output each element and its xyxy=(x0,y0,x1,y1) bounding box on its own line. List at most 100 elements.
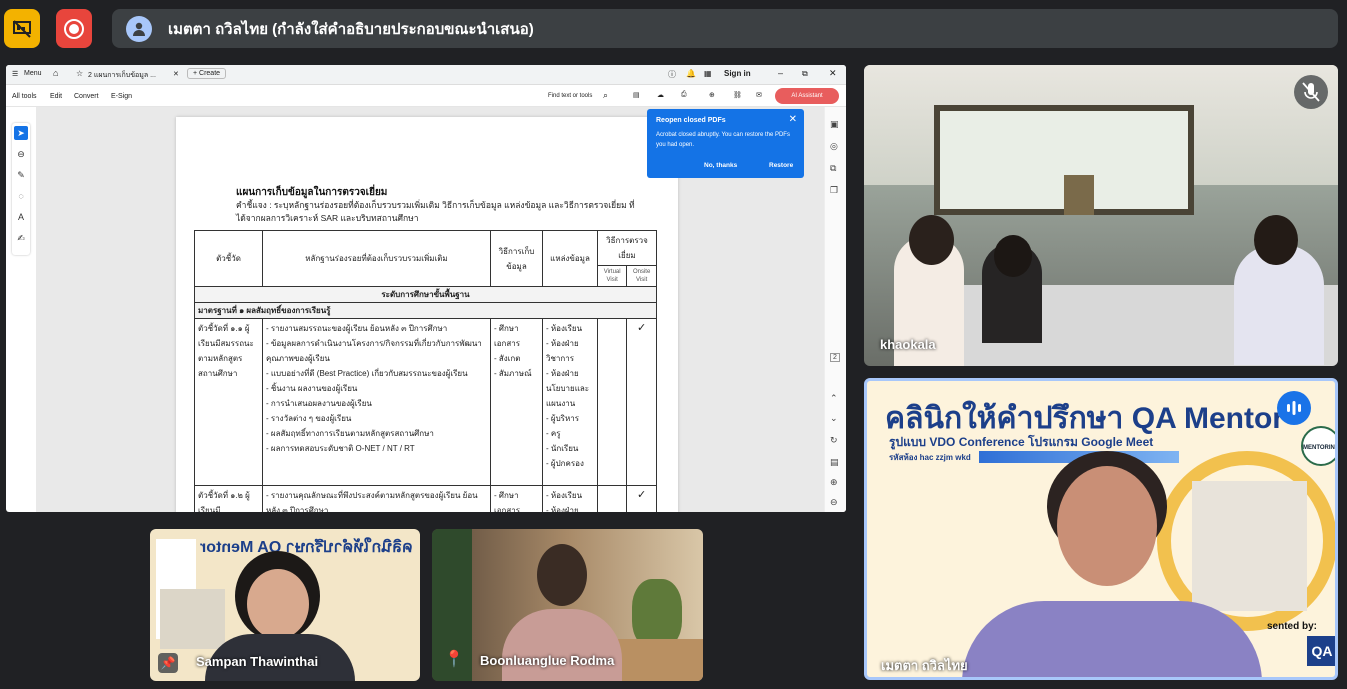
bookmark-icon[interactable]: ⧉ xyxy=(830,163,836,174)
copy-icon[interactable]: ❐ xyxy=(830,185,838,196)
help-icon[interactable]: ⓘ xyxy=(668,69,676,80)
ai-assistant-button[interactable]: AI Assistant xyxy=(775,88,839,104)
table-row: ตัวชี้วัดที่ ๑.๑ ผู้เรียนมีสมรรถนะตามหลั… xyxy=(194,318,657,486)
edit-menu[interactable]: Edit xyxy=(50,93,62,100)
convert-menu[interactable]: Convert xyxy=(74,93,99,100)
participant-tile-khaokala[interactable]: khaokala xyxy=(864,65,1338,366)
row1-onsite-check: ✓ xyxy=(626,318,657,486)
save-icon[interactable]: ▤ xyxy=(633,91,640,99)
pen-tool-icon[interactable]: ✎ xyxy=(14,168,28,182)
pdf-page: แผนการเก็บข้อมูลในการตรวจเยี่ยม คำชี้แจง… xyxy=(176,117,678,512)
row1-virtual xyxy=(596,318,628,486)
method-item: - สัมภาษณ์ xyxy=(494,369,532,378)
find-tools[interactable]: Find text or tools xyxy=(548,93,592,99)
source-item: - ครู xyxy=(546,429,561,438)
ai-panel-icon[interactable]: ◎ xyxy=(830,141,838,152)
header-indicator: ตัวชี้วัด xyxy=(194,230,263,287)
method-item: - ศึกษาเอกสาร xyxy=(494,324,521,348)
participant-tile-boon[interactable]: 📍 Boonluanglue Rodma xyxy=(432,529,703,681)
create-button[interactable]: + Create xyxy=(187,68,227,79)
zoom-out-icon[interactable]: ⊖ xyxy=(830,497,838,508)
header-virtual: Virtual Visit xyxy=(596,265,628,287)
chevron-up-icon[interactable]: ⌃ xyxy=(830,393,838,404)
maximize-icon[interactable]: ⧉ xyxy=(802,69,808,79)
row1-method: - ศึกษาเอกสาร - สังเกต - สัมภาษณ์ xyxy=(490,318,543,486)
source-item: - ห้องฝ่ายวิชาการ xyxy=(546,339,579,363)
document-tab[interactable]: 2 แผนการเก็บข้อมูล ... xyxy=(88,70,170,81)
mail-icon[interactable]: ✉ xyxy=(756,91,762,99)
sign-tool-icon[interactable]: ✍ xyxy=(14,231,28,245)
no-thanks-button[interactable]: No, thanks xyxy=(704,162,737,169)
participant-tile-sampan[interactable]: คลินิกให้คำปรึกษา QA Mentor 📌 Sampan Tha… xyxy=(150,529,420,681)
evidence-item: - ผลการทดสอบระดับชาติ O-NET / NT / RT xyxy=(266,444,415,453)
esign-menu[interactable]: E-Sign xyxy=(111,93,132,100)
restore-button[interactable]: Restore xyxy=(769,162,793,169)
search-icon[interactable]: ⌕ xyxy=(603,90,608,101)
link-icon[interactable]: ⛓ xyxy=(733,91,742,99)
hide-presentation-button[interactable] xyxy=(4,9,40,48)
mic-off-glyph xyxy=(1302,82,1320,102)
source-item: - ผู้บริหาร xyxy=(546,414,580,423)
level-row: ระดับการศึกษาขั้นพื้นฐาน xyxy=(194,286,657,303)
participant-name: khaokala xyxy=(880,337,936,352)
participant-tile-metta[interactable]: คลินิกให้คำปรึกษา QA Mentor รูปแบบ VDO C… xyxy=(864,378,1338,680)
zoom-in-icon[interactable]: ⊕ xyxy=(830,477,838,488)
evidence-item: - รางวัลต่าง ๆ ของผู้เรียน xyxy=(266,414,352,423)
evidence-item: - ผลสัมฤทธิ์ทางการเรียนตามหลักสูตรสถานศึ… xyxy=(266,429,434,438)
sign-in-button[interactable]: Sign in xyxy=(724,69,751,78)
document-instruction: คำชี้แจง : ระบุหลักฐานร่องรอยที่ต้องเก็บ… xyxy=(236,200,635,223)
speaker-head xyxy=(537,544,587,606)
data-collection-table: ตัวชี้วัด หลักฐานร่องรอยที่ต้องเก็บรวบรว… xyxy=(194,230,657,512)
header-source: แหล่งข้อมูล xyxy=(542,230,598,287)
popup-title: Reopen closed PDFs xyxy=(656,117,726,124)
menu-label[interactable]: Menu xyxy=(24,70,42,77)
home-icon[interactable]: ⌂ xyxy=(53,68,58,78)
record-icon xyxy=(64,18,84,39)
pin-icon[interactable]: 📍 xyxy=(444,649,464,669)
comment-panel-icon[interactable]: ▣ xyxy=(830,119,839,130)
star-icon[interactable]: ☆ xyxy=(76,69,83,78)
acrobat-toolbar: All tools Edit Convert E-Sign Find text … xyxy=(6,85,846,107)
recording-button[interactable] xyxy=(56,9,92,48)
evidence-item: - รายงานสมรรถนะของผู้เรียน ย้อนหลัง ๓ ปี… xyxy=(266,324,448,333)
standard-row: มาตรฐานที่ ๑ ผลสัมฤทธิ์ของการเรียนรู้ xyxy=(194,302,657,319)
chevron-down-icon[interactable]: ⌄ xyxy=(830,413,838,424)
upload-icon[interactable]: ☁ xyxy=(657,91,664,99)
participant-name: เมตตา ถวิลไทย xyxy=(881,658,968,673)
method-item: - สังเกต xyxy=(494,354,521,363)
refresh-icon[interactable]: ↻ xyxy=(830,435,838,446)
minimize-icon[interactable]: – xyxy=(778,68,783,78)
mic-off-icon[interactable] xyxy=(1294,75,1328,109)
right-tool-rail: ▣ ◎ ⧉ ❐ 2 ⌃ ⌄ ↻ ▤ ⊕ ⊖ xyxy=(824,107,846,512)
lasso-tool-icon[interactable]: ◌ xyxy=(14,189,28,203)
audio-bars-glyph xyxy=(1287,401,1301,415)
reopen-pdfs-popup: Reopen closed PDFs ✕ Acrobat closed abru… xyxy=(647,109,804,178)
select-tool-icon[interactable]: ➤ xyxy=(14,126,28,140)
pin-icon[interactable]: 📌 xyxy=(158,653,178,673)
meet-window: เมตตา ถวิลไทย (กำลังใส่คำอธิบายประกอบขณะ… xyxy=(0,0,1347,689)
print-icon[interactable]: ⎙ xyxy=(681,91,687,99)
all-tools-menu[interactable]: All tools xyxy=(12,93,37,100)
document-heading: แผนการเก็บข้อมูลในการตรวจเยี่ยม xyxy=(236,187,388,198)
speaker-face xyxy=(247,569,309,639)
close-icon[interactable]: ✕ xyxy=(789,114,797,125)
speaking-indicator-icon xyxy=(1277,391,1311,425)
person-head xyxy=(1254,215,1298,265)
save-page-icon[interactable]: ▤ xyxy=(830,457,839,468)
page-number[interactable]: 2 xyxy=(830,353,840,362)
close-window-icon[interactable]: ✕ xyxy=(829,68,837,79)
close-tab-icon[interactable]: ✕ xyxy=(173,70,179,78)
person-icon xyxy=(133,22,145,36)
source-item: - นักเรียน xyxy=(546,444,579,453)
portrait-frame xyxy=(1064,175,1094,215)
evidence-item: - ข้อมูลผลการดำเนินงานโครงการ/กิจกรรมที่… xyxy=(266,339,482,363)
bell-icon[interactable]: 🔔 xyxy=(686,69,696,78)
text-tool-icon[interactable]: A xyxy=(14,210,28,224)
apps-icon[interactable]: ▦ xyxy=(704,69,712,78)
header-method: วิธีการเก็บข้อมูล xyxy=(490,230,543,287)
comment-tool-icon[interactable]: ⊖ xyxy=(14,147,28,161)
menu-icon[interactable]: ☰ xyxy=(12,70,18,78)
zoom-icon[interactable]: ⊕ xyxy=(709,91,715,99)
source-item: - ห้องฝ่ายนโยบายและแผนงาน xyxy=(546,369,590,408)
banner-photo xyxy=(160,589,225,649)
